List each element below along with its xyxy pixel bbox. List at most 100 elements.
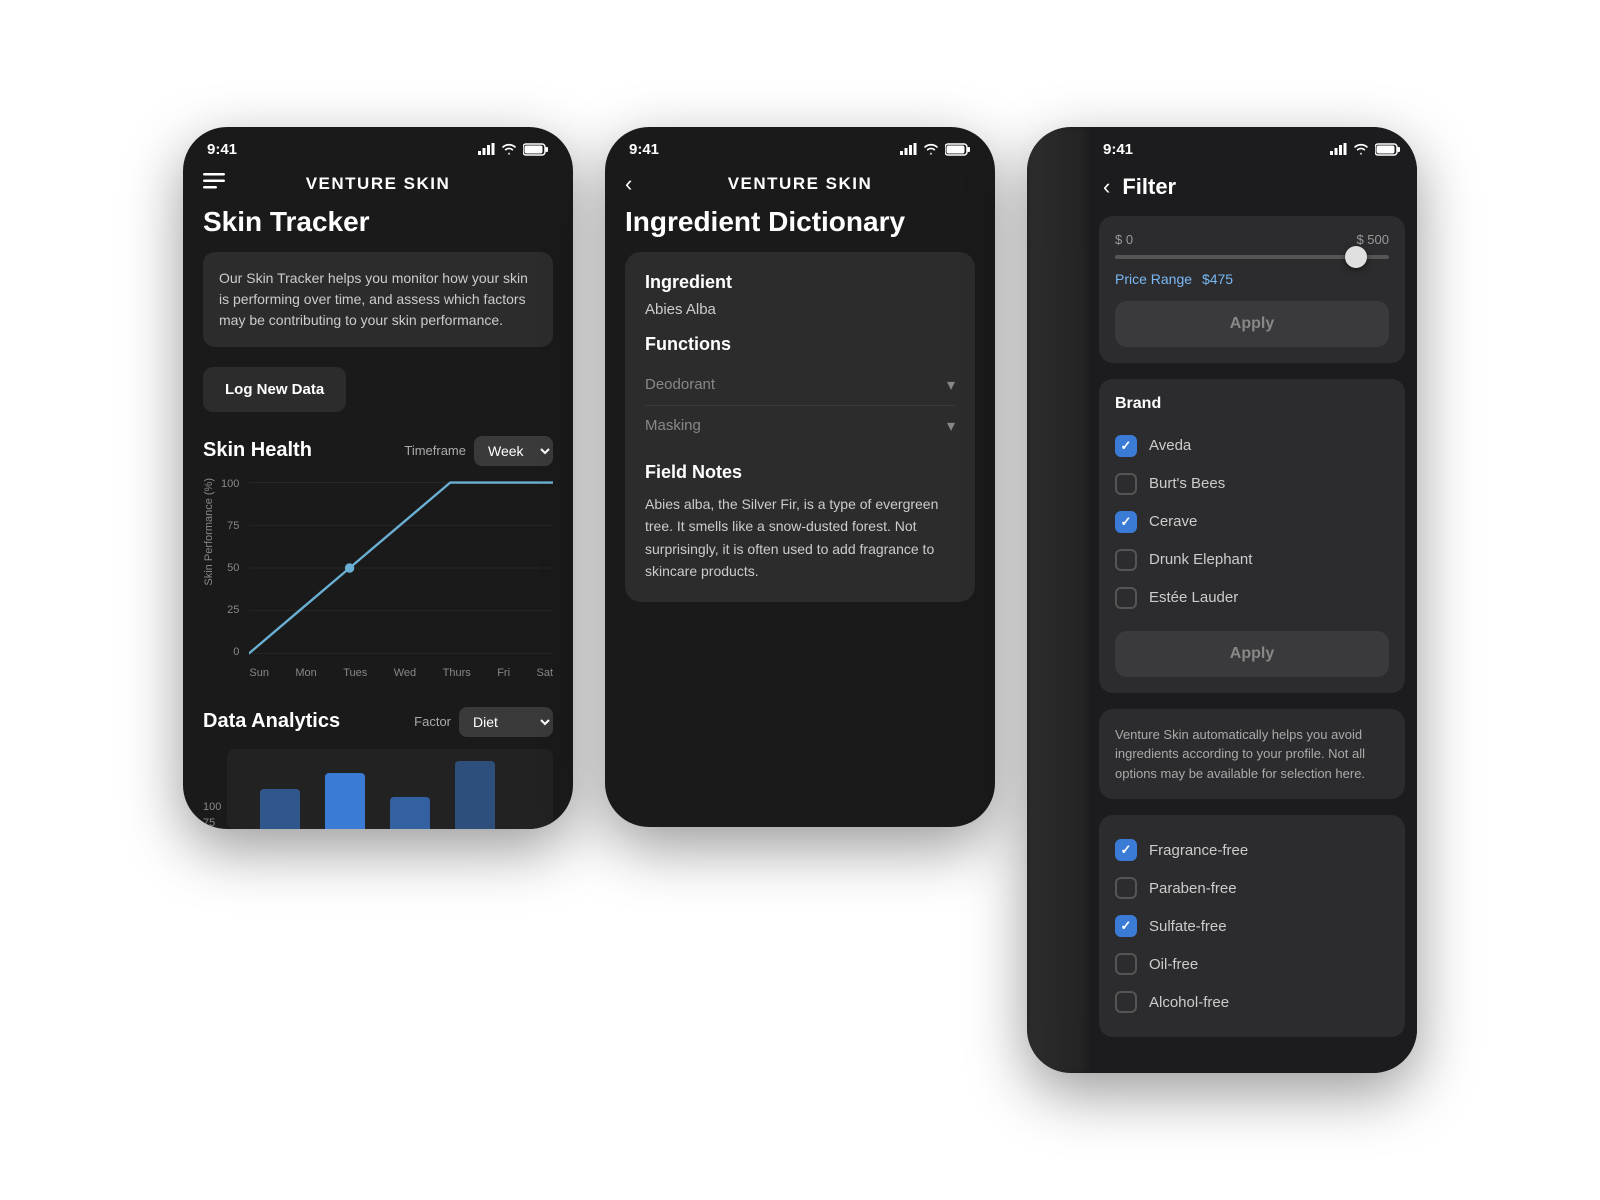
nav-header-2: ‹ VENTURE SKIN bbox=[605, 166, 995, 206]
price-slider-thumb[interactable] bbox=[1345, 246, 1367, 268]
functions-section: Functions Deodorant ▾ Masking ▾ bbox=[645, 334, 955, 446]
nav-title-2: VENTURE SKIN bbox=[728, 174, 873, 194]
toggle-sulfate-free-label: Sulfate-free bbox=[1149, 918, 1227, 935]
brand-card: Brand Aveda Burt's Bees Cerave Drunk Ele… bbox=[1099, 379, 1405, 693]
bar-chart bbox=[227, 749, 553, 829]
signal-icon bbox=[478, 143, 495, 155]
price-range-labels: $ 0 $ 500 bbox=[1115, 232, 1389, 247]
factor-select[interactable]: Diet Sleep Exercise bbox=[459, 707, 553, 737]
apply-button-2[interactable]: Apply bbox=[1115, 631, 1389, 677]
status-icons-1 bbox=[478, 143, 549, 156]
back-button-2[interactable]: ‹ bbox=[625, 171, 632, 197]
brand-cerave-label: Cerave bbox=[1149, 513, 1197, 530]
skin-health-chart: Skin Performance (%) 100 75 50 25 0 bbox=[203, 478, 553, 683]
hamburger-icon bbox=[203, 173, 225, 189]
checkbox-fragrance-free[interactable] bbox=[1115, 839, 1137, 861]
price-slider-track bbox=[1115, 255, 1389, 259]
apply-button-1[interactable]: Apply bbox=[1115, 301, 1389, 347]
status-bar-2: 9:41 bbox=[605, 127, 995, 166]
description-text: Our Skin Tracker helps you monitor how y… bbox=[219, 268, 537, 331]
brand-apply-container: Apply bbox=[1115, 631, 1389, 677]
screen3-phone: 9:41 bbox=[1027, 127, 1417, 1074]
toggle-fragrance-free[interactable]: Fragrance-free bbox=[1115, 831, 1389, 869]
functions-label: Functions bbox=[645, 334, 955, 355]
screen1-content: Skin Tracker Our Skin Tracker helps you … bbox=[183, 206, 573, 829]
time-2: 9:41 bbox=[629, 141, 659, 158]
brand-drunk-elephant[interactable]: Drunk Elephant bbox=[1115, 541, 1389, 579]
toggle-alcohol-free-label: Alcohol-free bbox=[1149, 994, 1229, 1011]
brand-title: Brand bbox=[1115, 395, 1389, 413]
toggle-alcohol-free[interactable]: Alcohol-free bbox=[1115, 983, 1389, 1021]
data-analytics-title: Data Analytics bbox=[203, 710, 340, 733]
price-min: $ 0 bbox=[1115, 232, 1133, 247]
factor-container: Factor Diet Sleep Exercise bbox=[414, 707, 553, 737]
chart-inner: Sun Mon Tues Wed Thurs Fri Sat bbox=[249, 478, 553, 683]
filter-back-button[interactable]: ‹ bbox=[1103, 174, 1110, 200]
signal-icon-3 bbox=[1330, 143, 1347, 155]
signal-icon-2 bbox=[900, 143, 917, 155]
log-new-data-button[interactable]: Log New Data bbox=[203, 367, 346, 412]
field-notes-text: Abies alba, the Silver Fir, is a type of… bbox=[645, 493, 955, 583]
status-icons-2 bbox=[900, 143, 971, 156]
price-range-card: $ 0 $ 500 Price Range $475 Apply bbox=[1099, 216, 1405, 363]
skin-tracker-title: Skin Tracker bbox=[203, 206, 553, 238]
factor-label: Factor bbox=[414, 714, 451, 729]
function-dropdown-1[interactable]: Deodorant ▾ bbox=[645, 365, 955, 406]
brand-burts-bees[interactable]: Burt's Bees bbox=[1115, 465, 1389, 503]
toggle-paraben-free[interactable]: Paraben-free bbox=[1115, 869, 1389, 907]
wifi-icon bbox=[501, 143, 517, 155]
field-notes-label: Field Notes bbox=[645, 462, 955, 483]
brand-estee-lauder[interactable]: Estée Lauder bbox=[1115, 579, 1389, 617]
bar-1 bbox=[260, 789, 300, 829]
filter-time: 9:41 bbox=[1103, 141, 1133, 158]
checkbox-cerave[interactable] bbox=[1115, 511, 1137, 533]
brand-cerave[interactable]: Cerave bbox=[1115, 503, 1389, 541]
brand-aveda[interactable]: Aveda bbox=[1115, 427, 1389, 465]
screens-container: 9:41 bbox=[163, 67, 1437, 1134]
function-dropdown-2[interactable]: Masking ▾ bbox=[645, 406, 955, 446]
wifi-icon-2 bbox=[923, 143, 939, 155]
bar-3 bbox=[390, 797, 430, 829]
toggle-sulfate-free[interactable]: Sulfate-free bbox=[1115, 907, 1389, 945]
checkbox-drunk-elephant[interactable] bbox=[1115, 549, 1137, 571]
skin-health-title: Skin Health bbox=[203, 439, 312, 462]
brand-aveda-label: Aveda bbox=[1149, 437, 1191, 454]
filter-title: Filter bbox=[1122, 174, 1176, 200]
description-box: Our Skin Tracker helps you monitor how y… bbox=[203, 252, 553, 347]
price-max: $ 500 bbox=[1356, 232, 1389, 247]
brand-burts-bees-label: Burt's Bees bbox=[1149, 475, 1225, 492]
battery-icon-2 bbox=[945, 143, 971, 156]
toggle-oil-free[interactable]: Oil-free bbox=[1115, 945, 1389, 983]
data-analytics-header: Data Analytics Factor Diet Sleep Exercis… bbox=[203, 707, 553, 737]
brand-estee-lauder-label: Estée Lauder bbox=[1149, 589, 1238, 606]
screen2-content: Ingredient Dictionary Ingredient Abies A… bbox=[605, 206, 995, 603]
timeframe-label: Timeframe bbox=[404, 443, 466, 458]
timeframe-container: Timeframe Week Month Year bbox=[404, 436, 553, 466]
checkbox-aveda[interactable] bbox=[1115, 435, 1137, 457]
price-range-label: Price Range bbox=[1115, 271, 1192, 287]
nav-title-1: VENTURE SKIN bbox=[306, 174, 451, 194]
timeframe-select[interactable]: Week Month Year bbox=[474, 436, 553, 466]
filter-status-icons bbox=[1330, 143, 1401, 156]
bar-4 bbox=[455, 761, 495, 829]
time-1: 9:41 bbox=[207, 141, 237, 158]
toggle-options-card: Fragrance-free Paraben-free Sulfate-free… bbox=[1099, 815, 1405, 1037]
checkbox-sulfate-free[interactable] bbox=[1115, 915, 1137, 937]
checkbox-oil-free[interactable] bbox=[1115, 953, 1137, 975]
checkbox-alcohol-free[interactable] bbox=[1115, 991, 1137, 1013]
blurred-panel bbox=[1027, 127, 1087, 1074]
ingredient-dictionary-title: Ingredient Dictionary bbox=[625, 206, 975, 238]
checkbox-estee-lauder[interactable] bbox=[1115, 587, 1137, 609]
price-range-value: Price Range $475 bbox=[1115, 271, 1389, 287]
function-name-1: Deodorant bbox=[645, 376, 715, 393]
menu-icon[interactable] bbox=[203, 173, 225, 194]
brand-drunk-elephant-label: Drunk Elephant bbox=[1149, 551, 1252, 568]
y-ticks: 100 75 50 25 0 bbox=[221, 478, 243, 658]
toggle-oil-free-label: Oil-free bbox=[1149, 956, 1198, 973]
analytics-chart: 100 75 bbox=[203, 749, 553, 829]
checkbox-paraben-free[interactable] bbox=[1115, 877, 1137, 899]
battery-icon-3 bbox=[1375, 143, 1401, 156]
info-text: Venture Skin automatically helps you avo… bbox=[1115, 725, 1389, 784]
checkbox-burts-bees[interactable] bbox=[1115, 473, 1137, 495]
analytics-y: 100 75 bbox=[203, 749, 221, 829]
